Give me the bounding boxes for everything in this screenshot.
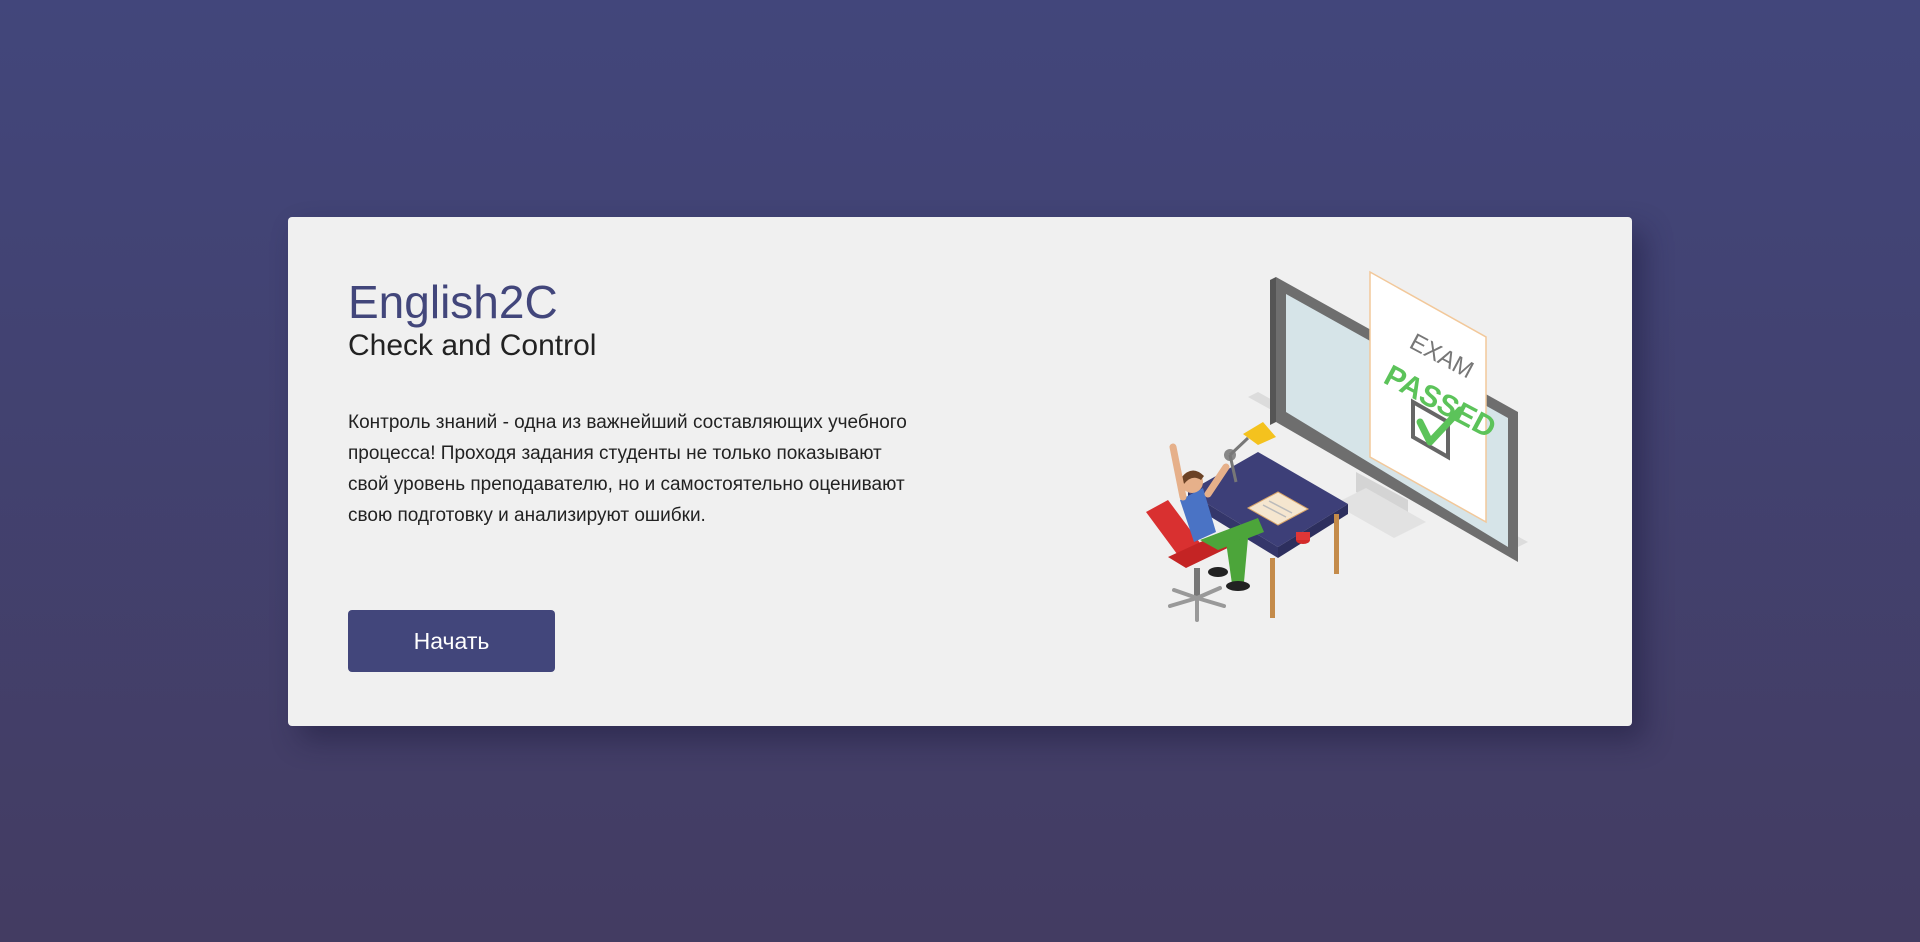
intro-card: English2C Check and Control Контроль зна… <box>288 217 1632 726</box>
exam-passed-illustration: EXAM PASSED <box>1146 270 1528 622</box>
app-title: English2C <box>348 276 558 328</box>
app-description: Контроль знаний - одна из важнейший сост… <box>348 412 907 526</box>
app-subtitle: Check and Control <box>348 329 597 362</box>
start-button[interactable]: Начать <box>348 610 555 672</box>
intro-text-block: English2C Check and Control Контроль зна… <box>348 277 908 531</box>
